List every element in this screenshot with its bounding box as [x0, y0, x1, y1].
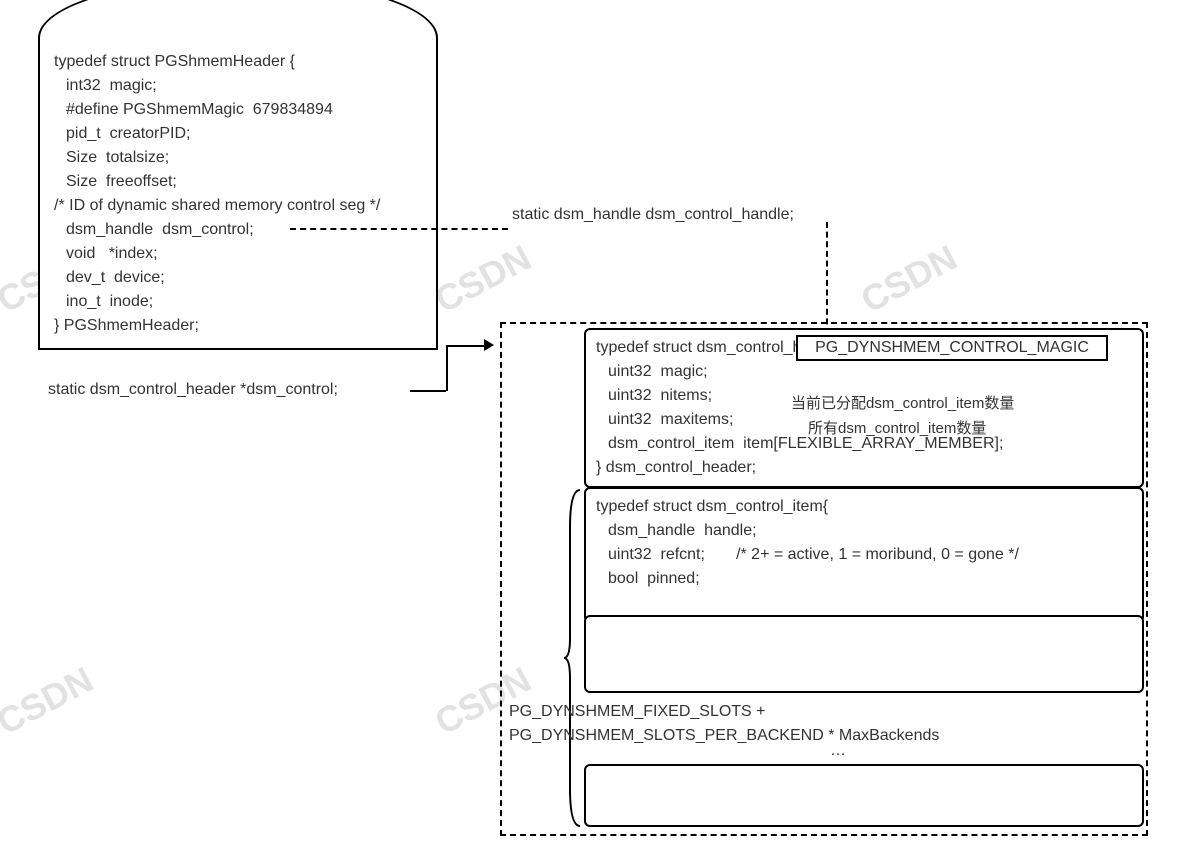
- code-line: typedef struct PGShmemHeader {: [54, 50, 422, 74]
- pgshmem-header-box: typedef struct PGShmemHeader { int32 mag…: [38, 38, 438, 350]
- dsm-control-item-box: [584, 764, 1144, 827]
- ctrl-decl-label: static dsm_control_header *dsm_control;: [48, 381, 338, 399]
- connector-solid: [446, 345, 448, 391]
- code-line: } dsm_control_header;: [596, 456, 1132, 480]
- watermark: CSDN: [854, 237, 964, 322]
- dsm-control-item-box: typedef struct dsm_control_item{ dsm_han…: [584, 487, 1144, 623]
- code-line: uint32 refcnt; /* 2+ = active, 1 = morib…: [596, 543, 1132, 567]
- curly-brace-icon: [564, 488, 582, 828]
- code-line: uint32 magic;: [596, 360, 1132, 384]
- code-line: typedef struct dsm_control_item{: [596, 495, 1132, 519]
- code-line: Size totalsize;: [54, 146, 422, 170]
- dsm-control-item-box: [584, 615, 1144, 693]
- handle-decl-label: static dsm_handle dsm_control_handle;: [512, 206, 794, 224]
- code-line: #define PGShmemMagic 679834894: [54, 98, 422, 122]
- code-line: dsm_handle dsm_control;: [54, 218, 422, 242]
- slots-formula-label: PG_DYNSHMEM_FIXED_SLOTS + PG_DYNSHMEM_SL…: [509, 700, 939, 748]
- watermark: CSDN: [428, 237, 538, 322]
- connector-solid: [446, 345, 488, 347]
- arrowhead-icon: [484, 339, 494, 351]
- code-line: void *index;: [54, 242, 422, 266]
- code-line: Size freeoffset;: [54, 170, 422, 194]
- magic-constant-box: PG_DYNSHMEM_CONTROL_MAGIC: [796, 335, 1108, 361]
- connector-dashed: [826, 222, 828, 334]
- maxitems-annotation: 所有dsm_control_item数量: [808, 417, 986, 438]
- code-line: pid_t creatorPID;: [54, 122, 422, 146]
- ellipsis-label: …: [830, 742, 846, 760]
- code-line: ino_t inode;: [54, 290, 422, 314]
- code-line: int32 magic;: [54, 74, 422, 98]
- code-line: /* ID of dynamic shared memory control s…: [54, 194, 422, 218]
- watermark: CSDN: [0, 659, 100, 744]
- connector-dashed: [290, 228, 508, 230]
- nitems-annotation: 当前已分配dsm_control_item数量: [791, 392, 1014, 413]
- code-line: } PGShmemHeader;: [54, 314, 422, 338]
- code-line: dsm_handle handle;: [596, 519, 1132, 543]
- connector-solid: [410, 390, 446, 392]
- code-line: dev_t device;: [54, 266, 422, 290]
- code-line: bool pinned;: [596, 567, 1132, 591]
